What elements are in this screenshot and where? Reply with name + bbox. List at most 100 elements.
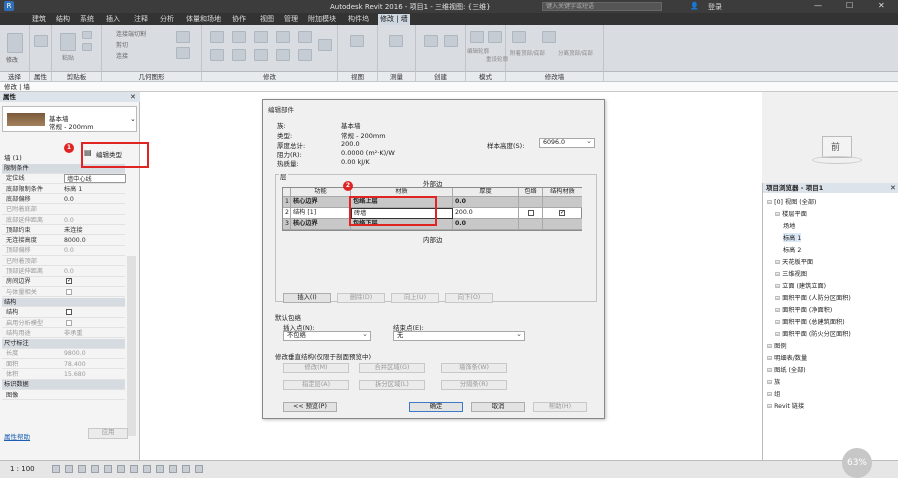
move-down-button[interactable]: 向下(O) [445, 293, 493, 303]
constraints-icon[interactable] [195, 465, 203, 473]
temp-hide-icon[interactable] [143, 465, 151, 473]
viewcube[interactable]: 前 [812, 132, 862, 164]
reveal-hidden-icon[interactable] [156, 465, 164, 473]
detach-label[interactable]: 分离顶部/底部 [558, 49, 593, 57]
menu-tab[interactable]: 视图 [258, 14, 276, 25]
reset-profile-label[interactable]: 重设轮廓 [486, 55, 508, 63]
property-value[interactable]: 0.0 [64, 216, 74, 225]
copy-tool-icon[interactable] [298, 31, 312, 43]
cancel-button[interactable]: 取消 [471, 402, 525, 412]
property-value[interactable]: 15.680 [64, 370, 86, 379]
move-up-button[interactable]: 向上(U) [391, 293, 439, 303]
offset-icon[interactable] [232, 31, 246, 43]
property-value[interactable]: 非承重 [64, 329, 83, 338]
paint-icon[interactable] [176, 47, 190, 59]
property-value[interactable]: 0.0 [64, 195, 74, 204]
type-selector[interactable]: 基本墙 常规 - 200mm ⌄ [2, 106, 137, 132]
menu-tab[interactable]: 附加模块 [306, 14, 338, 25]
create-part-icon[interactable] [424, 35, 438, 47]
browser-item[interactable]: ⊟ 图例 [767, 341, 787, 350]
reveals-button[interactable]: 分隔条(R) [441, 380, 507, 390]
browser-item[interactable]: ⊟ 族 [767, 377, 780, 386]
split-region-button[interactable]: 拆分区域(L) [359, 380, 425, 390]
reset-profile-icon[interactable] [488, 31, 502, 43]
edit-profile-icon[interactable] [470, 31, 484, 43]
property-value[interactable]: 未连接 [64, 226, 83, 235]
close-icon[interactable]: ✕ [890, 184, 896, 192]
insert-point-select[interactable]: 不包络 [283, 330, 371, 341]
show-crop-icon[interactable] [130, 465, 138, 473]
cut-icon[interactable] [82, 31, 92, 39]
property-checkbox[interactable] [66, 276, 72, 285]
scale-icon[interactable] [298, 49, 312, 61]
attach-label[interactable]: 附着顶部/底部 [510, 49, 545, 57]
preview-button[interactable]: << 预览(P) [283, 402, 337, 412]
visual-style-icon[interactable] [65, 465, 73, 473]
property-value[interactable]: 78.400 [64, 360, 86, 369]
chevron-down-icon[interactable]: ⌄ [130, 115, 136, 123]
detach-top-base-icon[interactable] [542, 31, 556, 43]
property-checkbox[interactable] [66, 288, 72, 295]
browser-item[interactable]: ⊟ 面积平面 (总建筑面积) [775, 317, 845, 326]
sun-path-icon[interactable] [78, 465, 86, 473]
close-icon[interactable]: ✕ [878, 1, 885, 10]
search-input[interactable]: 键入关键字或短语 [542, 2, 662, 11]
browser-item[interactable]: ⊟ 楼层平面 [775, 209, 807, 218]
browser-item[interactable]: ⊟ 天花板平面 [775, 257, 813, 266]
property-value[interactable]: 0.0 [64, 246, 74, 255]
merge-regions-button[interactable]: 合并区域(G) [359, 363, 425, 373]
browser-item[interactable]: ⊟ 组 [767, 389, 780, 398]
view-scale[interactable]: 1 : 100 [10, 465, 35, 473]
property-value[interactable]: 标高 1 [64, 185, 82, 194]
scrollbar[interactable] [127, 256, 136, 436]
property-section[interactable]: 尺寸标注 [2, 339, 125, 349]
layer-wrap[interactable] [519, 208, 543, 219]
measure-icon[interactable] [389, 35, 403, 47]
delete-layer-button[interactable]: 删除(D) [337, 293, 385, 303]
login-link[interactable]: 登录 [708, 2, 722, 12]
layer-wrap[interactable] [519, 197, 543, 208]
browser-item[interactable]: ⊟ 面积平面 (净面积) [775, 305, 832, 314]
layer-thickness[interactable]: 0.0 [453, 219, 519, 230]
align-icon[interactable] [210, 31, 224, 43]
insert-layer-button[interactable]: 插入(I) [283, 293, 331, 303]
layer-structural-material[interactable] [543, 197, 582, 208]
menu-tab[interactable]: 结构 [54, 14, 72, 25]
mirror-icon[interactable] [254, 31, 268, 43]
menu-tab[interactable]: 修改 | 墙 [378, 14, 410, 25]
property-checkbox[interactable] [66, 319, 72, 326]
browser-item[interactable]: 标高 1 [783, 233, 802, 242]
layer-thickness[interactable]: 0.0 [453, 197, 519, 208]
layer-wrap[interactable] [519, 219, 543, 230]
join-label[interactable]: 连接 [116, 51, 128, 60]
menu-tab[interactable]: 分析 [158, 14, 176, 25]
crop-icon[interactable] [117, 465, 125, 473]
menu-tab[interactable]: 插入 [104, 14, 122, 25]
property-section[interactable]: 结构 [2, 297, 125, 308]
paste-icon[interactable] [60, 33, 76, 51]
browser-item[interactable]: ⊟ 面积平面 (人防分区面积) [775, 293, 851, 302]
detail-level-icon[interactable] [52, 465, 60, 473]
shadows-icon[interactable] [91, 465, 99, 473]
rotate-icon[interactable] [254, 49, 268, 61]
trim-icon[interactable] [210, 49, 224, 61]
property-section[interactable]: 标识数据 [2, 380, 125, 390]
browser-item[interactable]: 场地 [783, 221, 795, 230]
move-icon[interactable] [276, 31, 290, 43]
property-value[interactable]: 8000.0 [64, 236, 86, 245]
property-value[interactable]: 9800.0 [64, 349, 86, 358]
geometry-tool-icon[interactable] [176, 31, 190, 43]
minimize-icon[interactable]: — [814, 1, 822, 10]
browser-item[interactable]: ⊟ 图纸 (全部) [767, 365, 806, 374]
browser-item[interactable]: ⊟ 立面 (建筑立面) [775, 281, 826, 290]
maximize-icon[interactable]: ☐ [846, 1, 853, 10]
layer-function[interactable]: 核心边界 [291, 197, 351, 208]
sample-height-input[interactable]: 6096.0 [539, 137, 595, 148]
end-point-select[interactable]: 无 [393, 330, 525, 341]
menu-tab[interactable]: 管理 [282, 14, 300, 25]
menu-tab[interactable]: 体量和场地 [184, 14, 223, 25]
browser-item[interactable]: ⊟ 三维视图 [775, 269, 807, 278]
menu-tab[interactable]: 注释 [132, 14, 150, 25]
assign-layers-button[interactable]: 指定层(A) [283, 380, 349, 390]
structural-material-checkbox[interactable] [559, 208, 565, 218]
